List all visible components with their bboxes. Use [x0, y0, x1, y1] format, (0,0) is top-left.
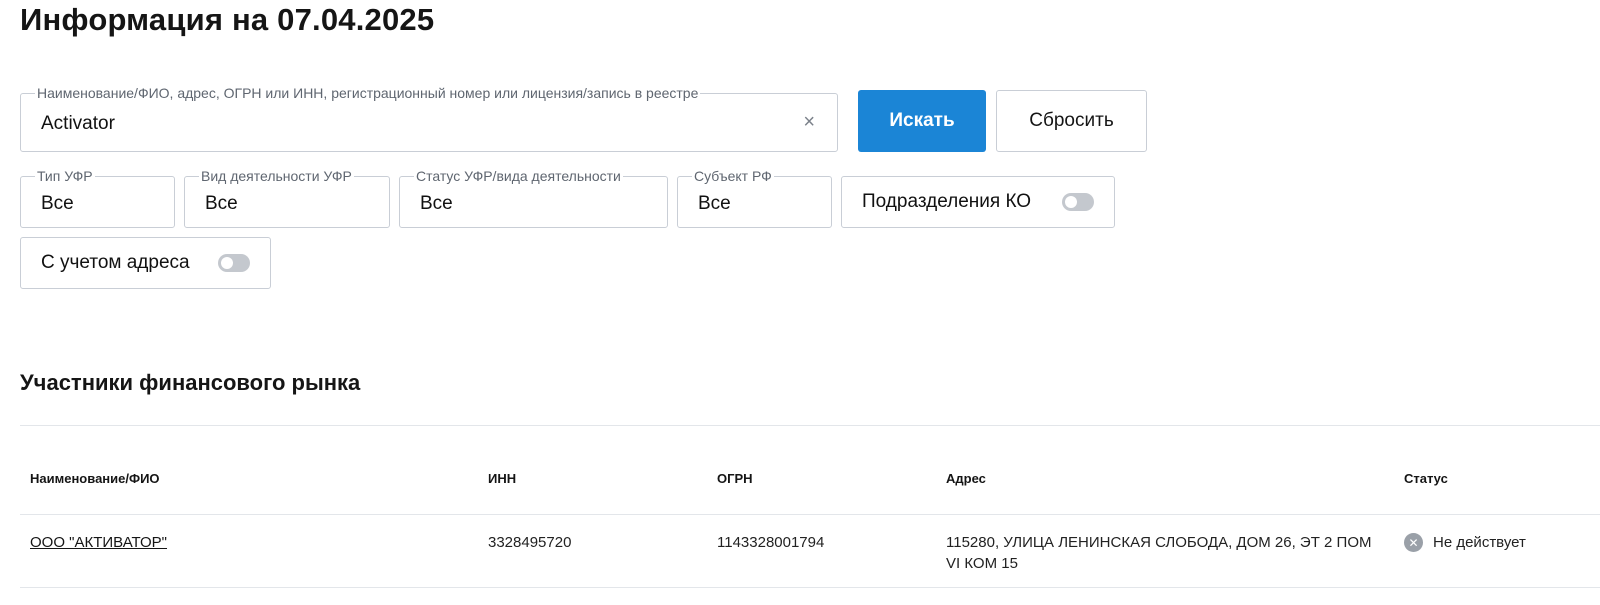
- cell-name: ООО "АКТИВАТОР": [30, 532, 167, 553]
- filter-type-label: Тип УФР: [35, 168, 95, 184]
- filter-region-label: Субъект РФ: [692, 168, 774, 184]
- column-header-address: Адрес: [946, 471, 986, 486]
- filter-activity-select[interactable]: Вид деятельности УФР Все: [184, 168, 390, 228]
- divider: [20, 425, 1600, 426]
- divider: [20, 587, 1600, 588]
- column-header-name: Наименование/ФИО: [30, 471, 160, 486]
- filter-region-select[interactable]: Субъект РФ Все: [677, 168, 832, 228]
- ko-divisions-toggle-box[interactable]: Подразделения КО: [841, 176, 1115, 228]
- filter-type-value[interactable]: Все: [41, 193, 74, 215]
- filter-status-label: Статус УФР/вида деятельности: [414, 168, 623, 184]
- search-input-value[interactable]: Activator: [41, 113, 115, 135]
- results-title: Участники финансового рынка: [20, 370, 361, 395]
- filter-activity-value[interactable]: Все: [205, 193, 238, 215]
- filter-status-value[interactable]: Все: [420, 193, 453, 215]
- company-link[interactable]: ООО "АКТИВАТОР": [30, 534, 167, 551]
- column-header-status: Статус: [1404, 471, 1448, 486]
- column-header-ogrn: ОГРН: [717, 471, 753, 486]
- filter-type-select[interactable]: Тип УФР Все: [20, 168, 175, 228]
- cell-ogrn: 1143328001794: [717, 534, 825, 551]
- with-address-switch[interactable]: [218, 254, 250, 272]
- reset-button[interactable]: Сбросить: [996, 90, 1147, 152]
- divider: [20, 514, 1600, 515]
- filter-activity-label: Вид деятельности УФР: [199, 168, 354, 184]
- search-input[interactable]: Наименование/ФИО, адрес, ОГРН или ИНН, р…: [20, 85, 838, 152]
- ko-divisions-switch[interactable]: [1062, 193, 1094, 211]
- with-address-toggle-box[interactable]: С учетом адреса: [20, 237, 271, 289]
- status-inactive-icon: ✕: [1404, 533, 1423, 552]
- column-header-inn: ИНН: [488, 471, 517, 486]
- page: Информация на 07.04.2025 Наименование/ФИ…: [0, 0, 1600, 605]
- cell-address: 115280, УЛИЦА ЛЕНИНСКАЯ СЛОБОДА, ДОМ 26,…: [946, 534, 1372, 572]
- search-input-label: Наименование/ФИО, адрес, ОГРН или ИНН, р…: [35, 85, 701, 101]
- page-title: Информация на 07.04.2025: [20, 2, 435, 37]
- cell-inn: 3328495720: [488, 534, 572, 551]
- cell-status: ✕ Не действует: [1404, 532, 1526, 553]
- clear-icon[interactable]: ×: [803, 112, 815, 132]
- search-button[interactable]: Искать: [858, 90, 986, 152]
- filter-region-value[interactable]: Все: [698, 193, 731, 215]
- filter-status-select[interactable]: Статус УФР/вида деятельности Все: [399, 168, 668, 228]
- status-text: Не действует: [1433, 534, 1526, 551]
- ko-divisions-label: Подразделения КО: [862, 191, 1032, 212]
- with-address-label: С учетом адреса: [41, 252, 190, 273]
